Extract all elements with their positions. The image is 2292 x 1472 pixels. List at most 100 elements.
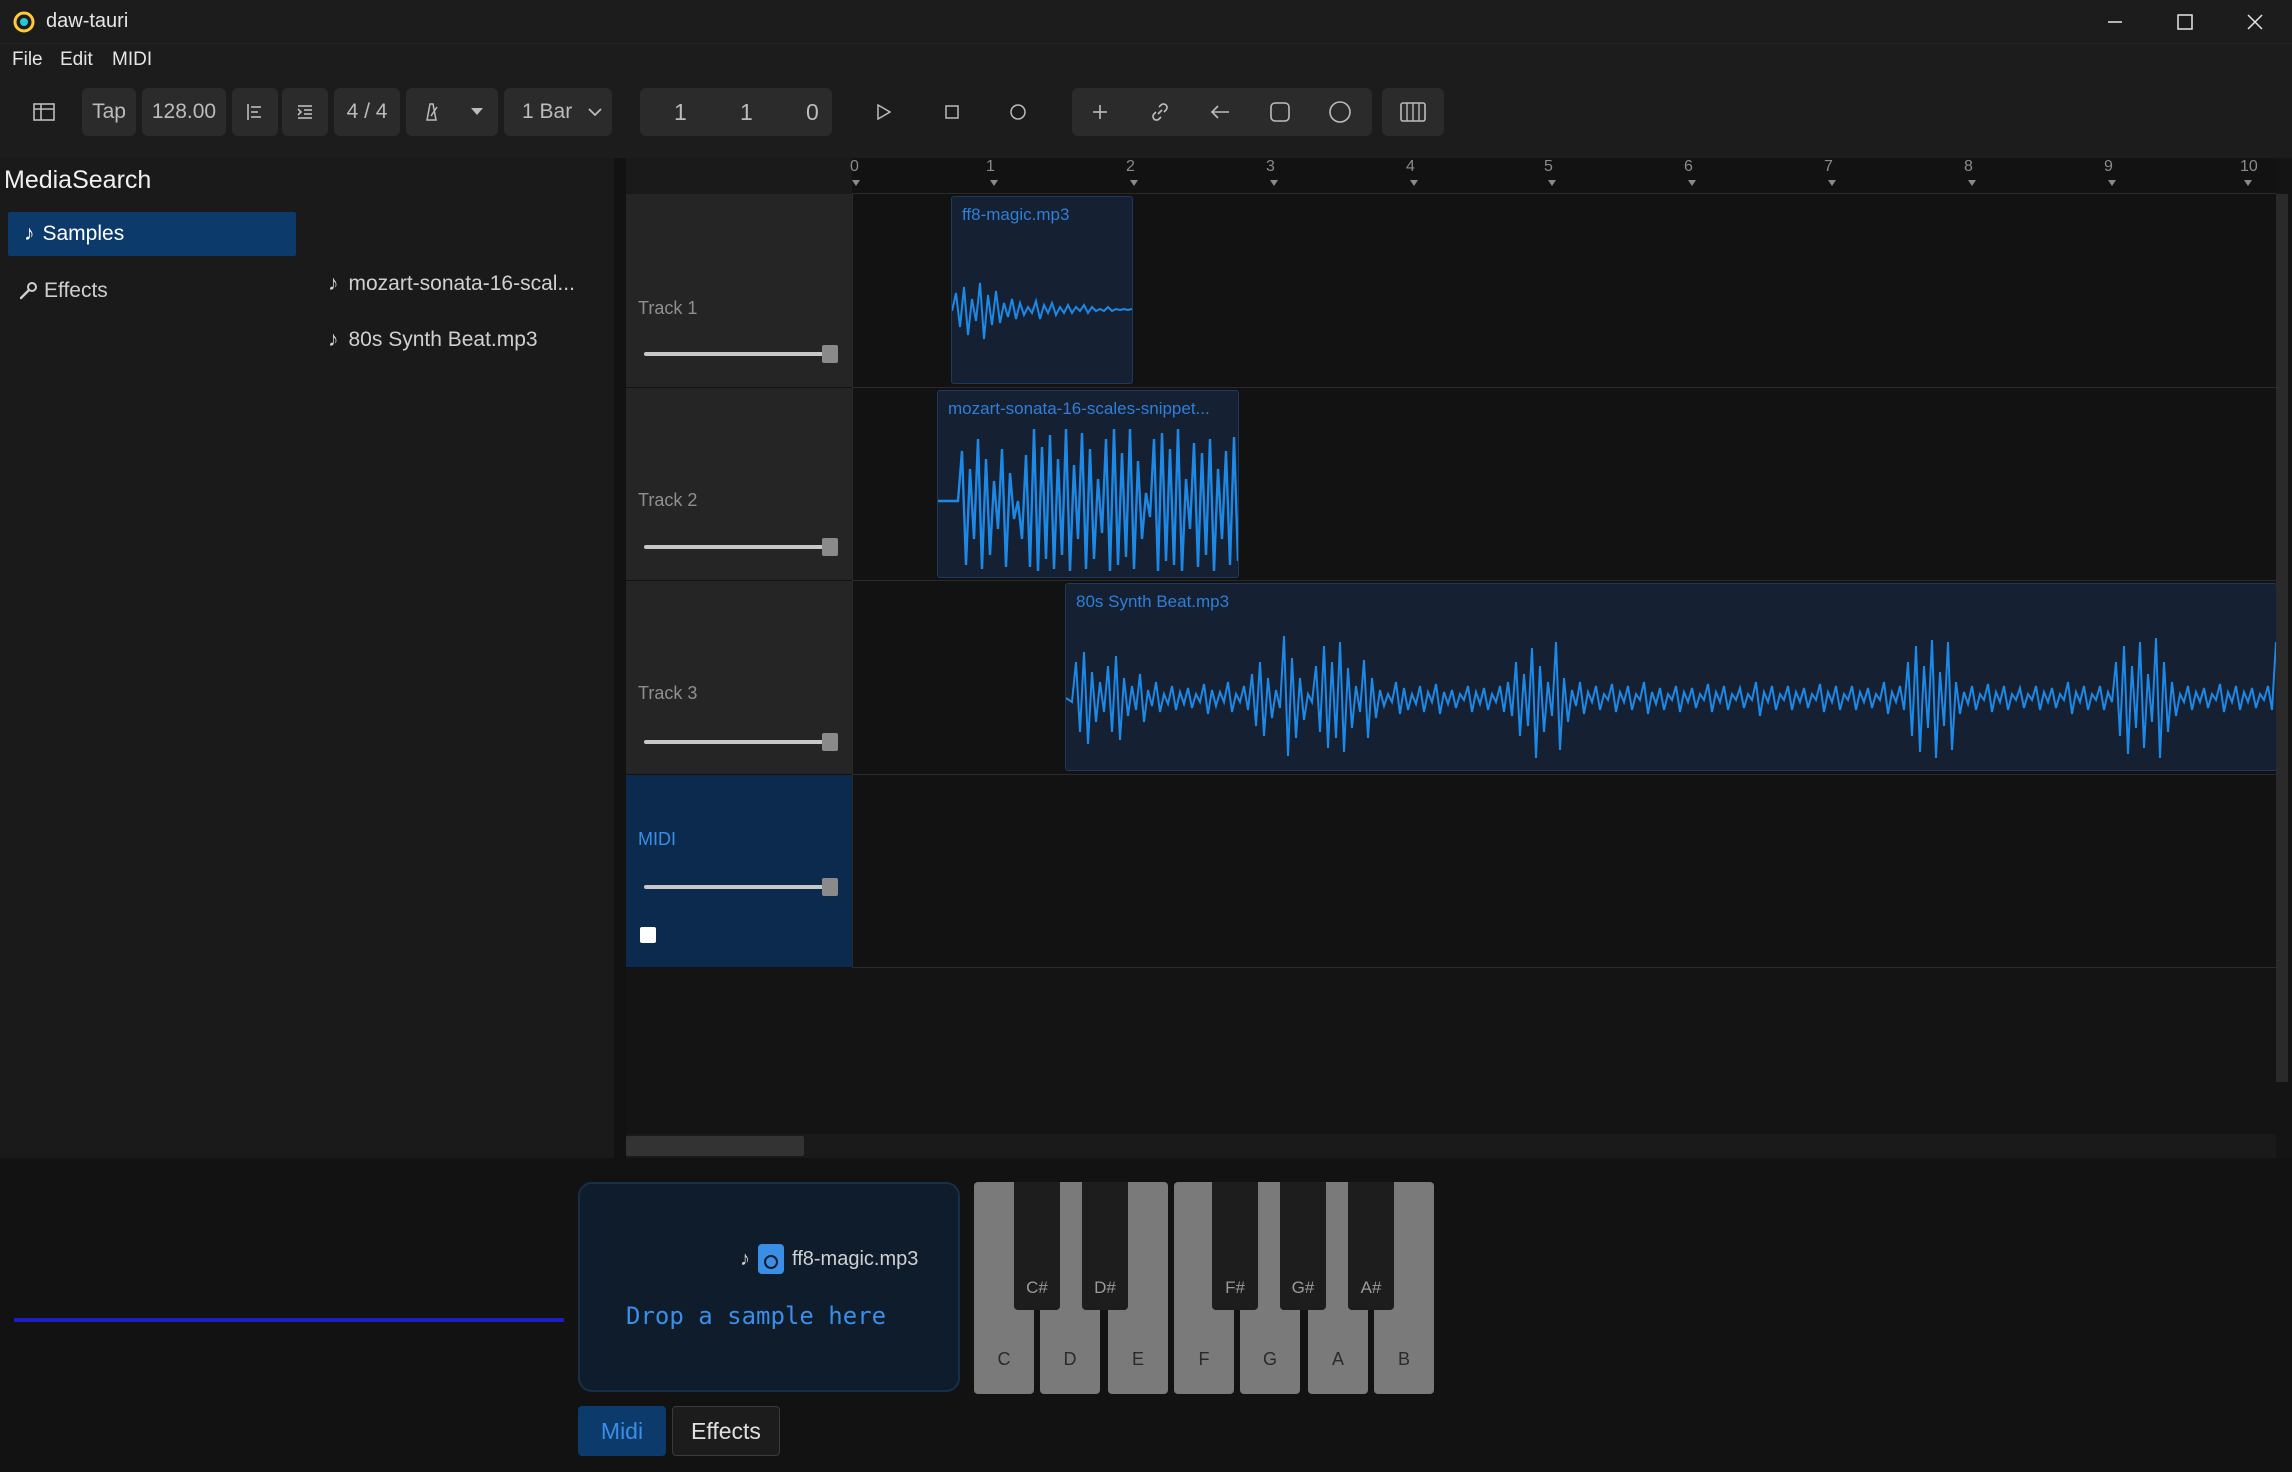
piano-key-c-sharp[interactable]: C# [1014, 1182, 1060, 1310]
track-lane-3[interactable]: 80s Synth Beat.mp3 [852, 581, 2277, 775]
tap-tempo-button[interactable]: Tap [82, 88, 136, 136]
audio-clip[interactable]: 80s Synth Beat.mp3 [1065, 583, 2277, 771]
volume-slider-handle[interactable] [822, 538, 838, 556]
vertical-scrollbar[interactable] [2276, 194, 2288, 1082]
volume-slider[interactable] [644, 740, 830, 744]
track-lane-1[interactable]: ff8-magic.mp3 [852, 194, 2276, 388]
piano-keys-icon [1400, 102, 1426, 122]
music-note-icon: ♪ [328, 272, 339, 295]
music-note-icon: ♪ [24, 222, 35, 245]
wrench-icon [19, 282, 37, 300]
piano-roll-button[interactable] [1382, 88, 1444, 136]
align-left-button[interactable] [232, 88, 278, 136]
drop-zone-hint: Drop a sample here [626, 1302, 887, 1330]
ruler-tick: 8 [1964, 158, 1973, 175]
volume-slider-handle[interactable] [822, 733, 838, 751]
waveform [938, 428, 1238, 572]
track-name: Track 1 [638, 298, 698, 318]
back-button[interactable] [1192, 88, 1248, 136]
volume-slider[interactable] [644, 885, 830, 889]
audio-clip[interactable]: ff8-magic.mp3 [951, 196, 1133, 384]
bpm-input[interactable]: 128.00 [142, 88, 226, 136]
align-left-icon [247, 104, 261, 120]
horizontal-scrollbar[interactable] [626, 1134, 2276, 1158]
track-lane-midi[interactable] [852, 775, 2276, 968]
horizontal-scrollbar-thumb[interactable] [626, 1136, 804, 1156]
menu-edit[interactable]: Edit [60, 49, 93, 71]
sample-drop-zone[interactable] [578, 1182, 960, 1392]
tab-effects[interactable]: Effects [672, 1406, 780, 1456]
nav-effects-label: Effects [44, 279, 108, 302]
sample-item-label: 80s Synth Beat.mp3 [348, 328, 538, 351]
volume-slider[interactable] [644, 352, 830, 356]
toggle-sidebar-button[interactable] [20, 88, 68, 136]
track-header-midi[interactable]: MIDI [626, 775, 852, 968]
play-icon [877, 104, 891, 120]
circle-tool-button[interactable] [1312, 88, 1368, 136]
link-button[interactable] [1132, 88, 1188, 136]
sample-item[interactable]: ♪ 80s Synth Beat.mp3 [328, 324, 538, 356]
track-name: Track 2 [638, 490, 698, 510]
grid-select-value: 1 Bar [522, 100, 573, 123]
indent-icon [297, 105, 312, 119]
ruler-tick: 1 [986, 158, 995, 175]
piano-key-a-sharp[interactable]: A# [1348, 1182, 1394, 1310]
ruler-tick: 3 [1266, 158, 1275, 175]
audio-clip[interactable]: mozart-sonata-16-scales-snippet... [937, 390, 1239, 578]
sample-item[interactable]: ♪ mozart-sonata-16-scal... [328, 268, 575, 300]
piano-key-f-sharp[interactable]: F# [1212, 1182, 1258, 1310]
timeline-ruler[interactable]: 0 1 2 3 4 5 6 7 8 9 10 [850, 158, 2276, 194]
position-display: 1 1 0 [640, 88, 832, 136]
ruler-marker [1130, 180, 1138, 186]
menu-file[interactable]: File [12, 49, 43, 71]
maximize-button[interactable] [2150, 0, 2220, 44]
track-header-3[interactable]: Track 3 [626, 581, 852, 775]
track-name: Track 3 [638, 683, 698, 703]
rounded-square-icon [1270, 102, 1290, 122]
metronome-dropdown[interactable] [406, 88, 498, 136]
chevron-down-icon [470, 108, 483, 115]
piano-key-g-sharp[interactable]: G# [1280, 1182, 1326, 1310]
midi-arm-checkbox[interactable] [640, 927, 656, 943]
play-button[interactable] [862, 88, 906, 136]
loaded-sample: ♪ ff8-magic.mp3 [740, 1242, 918, 1276]
track-header-1[interactable]: Track 1 [626, 194, 852, 388]
stop-button[interactable] [930, 88, 974, 136]
ruler-marker [2108, 180, 2116, 186]
music-note-icon: ♪ [328, 328, 339, 351]
close-button[interactable] [2220, 0, 2290, 44]
app-icon [13, 11, 35, 33]
title-bar: daw-tauri [0, 0, 2292, 44]
rectangle-tool-button[interactable] [1252, 88, 1308, 136]
ruler-tick: 7 [1824, 158, 1833, 175]
ruler-marker [2244, 180, 2252, 186]
ruler-marker [990, 180, 998, 186]
ruler-tick: 0 [850, 158, 859, 175]
sample-item-label: mozart-sonata-16-scal... [348, 272, 575, 295]
playhead-marker[interactable] [852, 180, 860, 186]
volume-slider-handle[interactable] [822, 345, 838, 363]
track-lane-2[interactable]: mozart-sonata-16-scales-snippet... [852, 388, 2276, 581]
add-track-button[interactable] [1072, 88, 1128, 136]
ruler-tick: 9 [2104, 158, 2113, 175]
nav-samples[interactable]: ♪ Samples [8, 212, 296, 256]
volume-slider[interactable] [644, 545, 830, 549]
volume-slider-handle[interactable] [822, 878, 838, 896]
ruler-tick: 6 [1684, 158, 1693, 175]
menu-bar: File Edit MIDI [0, 44, 2292, 76]
sidebar-icon [33, 103, 55, 121]
music-note-icon: ♪ [740, 1247, 750, 1270]
track-header-2[interactable]: Track 2 [626, 388, 852, 581]
minimize-button[interactable] [2080, 0, 2150, 44]
time-signature-button[interactable]: 4 / 4 [334, 88, 400, 136]
record-button[interactable] [996, 88, 1040, 136]
maximize-icon [2177, 14, 2193, 30]
piano-key-d-sharp[interactable]: D# [1082, 1182, 1128, 1310]
nav-effects[interactable]: Effects [18, 276, 108, 306]
loaded-sample-name: ff8-magic.mp3 [792, 1247, 919, 1270]
piano-keyboard: C D E F G A B C# D# F# G# A# [972, 1182, 1436, 1394]
menu-midi[interactable]: MIDI [112, 49, 152, 71]
tab-midi[interactable]: Midi [578, 1406, 666, 1456]
indent-button[interactable] [282, 88, 328, 136]
grid-select[interactable]: 1 Bar [504, 88, 612, 136]
